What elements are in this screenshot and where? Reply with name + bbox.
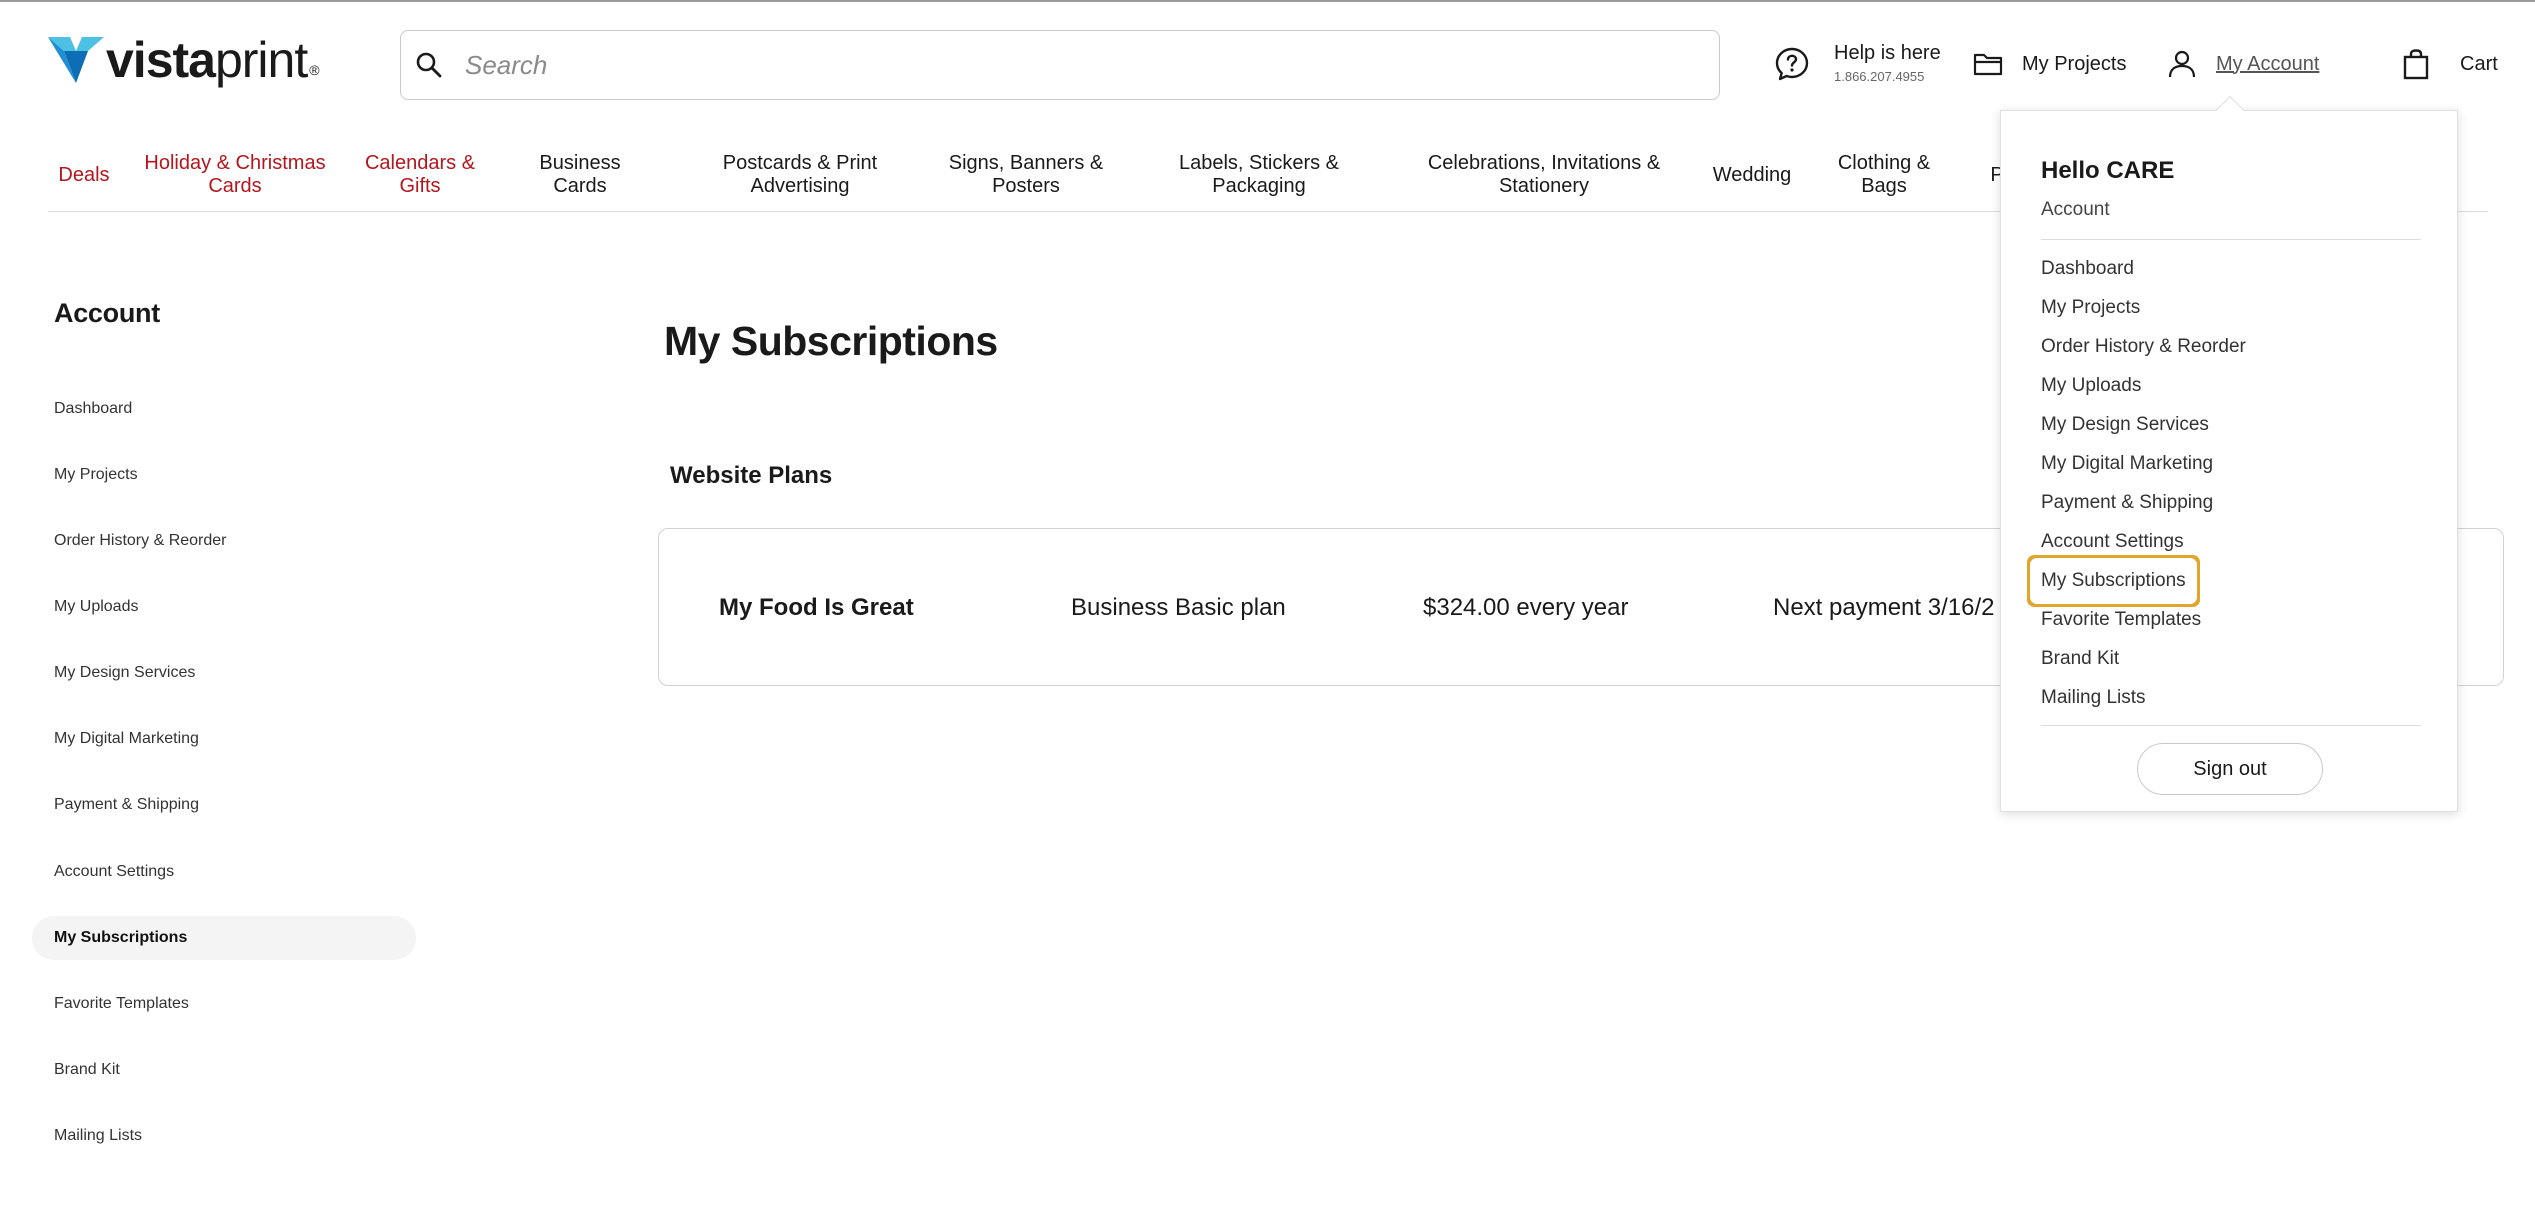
dropdown-item-payment-shipping[interactable]: Payment & Shipping xyxy=(2041,491,2213,515)
sidebar-item-dashboard[interactable]: Dashboard xyxy=(32,387,416,431)
help-title: Help is here xyxy=(1834,42,1941,64)
dropdown-item-my-digital-marketing[interactable]: My Digital Marketing xyxy=(2041,452,2213,476)
help-link[interactable]: Help is here 1.866.207.4955 xyxy=(1774,40,1941,86)
user-icon xyxy=(2168,50,2196,78)
sidebar-item-payment-shipping[interactable]: Payment & Shipping xyxy=(32,783,416,827)
search-bar[interactable] xyxy=(400,30,1720,100)
dropdown-item-my-uploads[interactable]: My Uploads xyxy=(2041,374,2141,398)
vistaprint-logo[interactable]: vistaprint ® xyxy=(48,34,320,86)
sidebar-item-my-subscriptions[interactable]: My Subscriptions xyxy=(32,916,416,960)
cart-link[interactable]: Cart xyxy=(2400,48,2498,80)
subscription-plan: Business Basic plan xyxy=(1071,594,1286,621)
subscription-name: My Food Is Great xyxy=(719,594,914,621)
section-title-website-plans: Website Plans xyxy=(670,462,833,489)
my-account-link[interactable]: My Account xyxy=(2166,48,2319,80)
help-question-icon xyxy=(1775,47,1809,81)
nav-holiday-christmas-cards[interactable]: Holiday & Christmas Cards xyxy=(140,138,330,212)
search-icon xyxy=(416,52,442,78)
sidebar-item-mailing-lists[interactable]: Mailing Lists xyxy=(32,1114,416,1158)
sidebar-item-brand-kit[interactable]: Brand Kit xyxy=(32,1048,416,1092)
nav-business-cards[interactable]: Business Cards xyxy=(528,138,632,212)
dropdown-item-favorite-templates[interactable]: Favorite Templates xyxy=(2041,608,2201,632)
nav-wedding[interactable]: Wedding xyxy=(1704,138,1800,212)
nav-postcards-print-advertising[interactable]: Postcards & Print Advertising xyxy=(694,138,906,212)
dropdown-item-mailing-lists[interactable]: Mailing Lists xyxy=(2041,686,2146,710)
folder-icon xyxy=(1973,53,2003,76)
dropdown-greeting: Hello CARE xyxy=(2041,157,2175,184)
dropdown-divider-bottom xyxy=(2041,725,2421,726)
search-input[interactable] xyxy=(465,49,1665,81)
top-border xyxy=(0,0,2535,2)
registered-mark: ® xyxy=(309,62,320,78)
my-account-label: My Account xyxy=(2216,52,2320,75)
dropdown-item-account-settings[interactable]: Account Settings xyxy=(2041,530,2184,554)
my-projects-label: My Projects xyxy=(2022,52,2127,75)
sign-out-button[interactable]: Sign out xyxy=(2137,743,2323,795)
sidebar-item-my-uploads[interactable]: My Uploads xyxy=(32,585,416,629)
sidebar-item-account-settings[interactable]: Account Settings xyxy=(32,850,416,894)
sidebar-item-order-history[interactable]: Order History & Reorder xyxy=(32,519,416,563)
sidebar-title: Account xyxy=(54,298,160,328)
dropdown-item-brand-kit[interactable]: Brand Kit xyxy=(2041,647,2119,671)
nav-clothing-bags[interactable]: Clothing & Bags xyxy=(1818,138,1950,212)
dropdown-item-my-projects[interactable]: My Projects xyxy=(2041,296,2140,320)
my-projects-link[interactable]: My Projects xyxy=(1972,48,2126,80)
sidebar-item-my-digital-marketing[interactable]: My Digital Marketing xyxy=(32,717,416,761)
page-title: My Subscriptions xyxy=(664,318,998,364)
dropdown-account-link[interactable]: Account xyxy=(2041,199,2110,221)
nav-labels-stickers-packaging[interactable]: Labels, Stickers & Packaging xyxy=(1166,138,1352,212)
dropdown-caret xyxy=(2215,95,2245,125)
subscription-next-payment: Next payment 3/16/2 xyxy=(1773,594,1995,621)
nav-signs-banners-posters[interactable]: Signs, Banners & Posters xyxy=(940,138,1112,212)
dropdown-divider-top xyxy=(2041,239,2421,240)
cart-label: Cart xyxy=(2460,52,2498,75)
logo-wordmark: vistaprint xyxy=(106,32,308,88)
dropdown-item-order-history[interactable]: Order History & Reorder xyxy=(2041,335,2246,359)
dropdown-item-my-subscriptions[interactable]: My Subscriptions xyxy=(2041,569,2186,593)
sidebar-item-favorite-templates[interactable]: Favorite Templates xyxy=(32,982,416,1026)
sidebar-item-my-design-services[interactable]: My Design Services xyxy=(32,651,416,695)
nav-calendars-gifts[interactable]: Calendars & Gifts xyxy=(360,138,480,212)
sidebar-item-my-projects[interactable]: My Projects xyxy=(32,453,416,497)
vistaprint-logo-icon xyxy=(48,37,104,83)
account-dropdown-menu: Hello CARE Account Dashboard My Projects… xyxy=(2000,95,2458,812)
nav-celebrations-invitations-stationery[interactable]: Celebrations, Invitations & Stationery xyxy=(1404,138,1684,212)
dropdown-item-my-design-services[interactable]: My Design Services xyxy=(2041,413,2209,437)
nav-deals[interactable]: Deals xyxy=(48,138,120,212)
subscription-price: $324.00 every year xyxy=(1423,594,1629,621)
shopping-bag-icon xyxy=(2403,49,2429,80)
help-phone: 1.866.207.4955 xyxy=(1834,69,1925,84)
dropdown-item-dashboard[interactable]: Dashboard xyxy=(2041,257,2134,281)
